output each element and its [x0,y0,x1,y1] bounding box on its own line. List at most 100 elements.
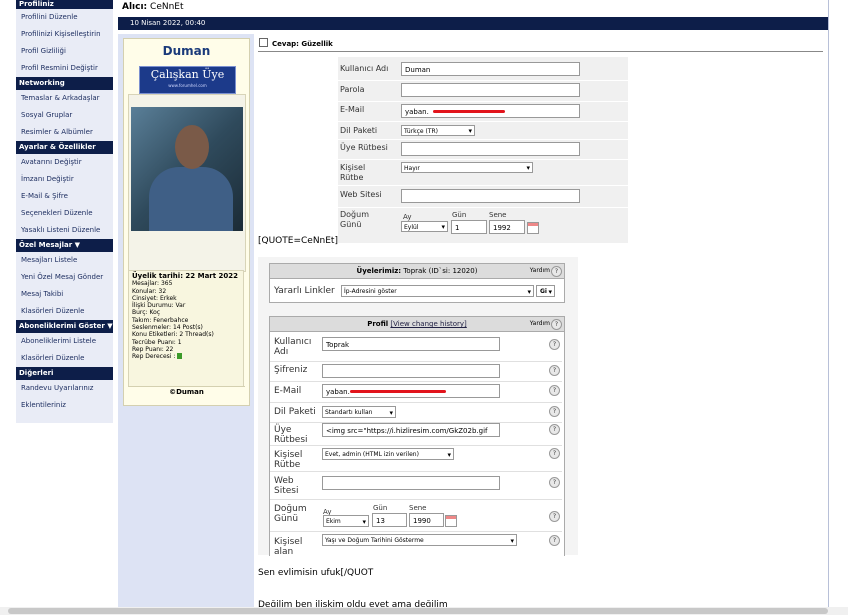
form1-personal-rank-select[interactable]: Hayır [401,162,533,174]
avatar-image [131,107,243,231]
form1-day-input[interactable]: 1 [451,220,487,234]
form1-language-select[interactable]: Türkçe (TR) [401,125,475,137]
sidebar-item-kisisellestir[interactable]: Profilinizi Kişiselleştirin [16,26,113,43]
row-divider [338,159,628,160]
form2-label-password: Şifreniz [274,365,308,375]
help-icon[interactable]: ? [549,511,560,522]
rank-badge: Çalışkan Üye www.forumhel.com [139,66,236,94]
sidebar-item-randevu[interactable]: Randevu Uyarılarınız [16,380,113,397]
calendar-icon[interactable] [527,222,539,234]
sidebar-item-profil-gizliligi[interactable]: Profil Gizliliği [16,43,113,60]
top-bar [118,0,828,17]
sidebar-item-yasakli[interactable]: Yasaklı Listeni Düzenle [16,222,113,239]
redaction-mark [350,390,446,393]
scrollbar-thumb[interactable] [8,608,828,614]
form2-label-rank: Üye Rütbesi [274,425,308,445]
sidebar-item-secenekler[interactable]: Seçenekleri Düzenle [16,205,113,222]
message-line-1: Sen evlimisin ufuk[/QUOT [258,568,374,578]
form1-label-personal-rank: Kişisel Rütbe [340,163,366,182]
stat-topics: Konular: 32 [132,287,167,295]
row-divider [338,185,628,186]
form1-month-select[interactable]: Eylül [401,221,448,233]
row-divider [338,139,628,140]
form1-website-input[interactable] [401,189,580,203]
stat-sign: Burç: Koç [132,309,161,317]
sidebar-item-abonelik-klasor[interactable]: Klasörleri Düzenle [16,350,113,367]
row-divider [270,445,562,446]
help-icon[interactable]: ? [549,448,560,459]
help-link[interactable]: Yardım [530,317,550,331]
sidebar-section-profil: Profiliniz [16,0,113,9]
help-icon[interactable]: ? [549,385,560,396]
form2-language-select[interactable]: Standartı kullan [322,406,396,418]
quote-open: [QUOTE=CeNnEt] [258,236,338,246]
sidebar-item-imza[interactable]: İmzanı Değiştir [16,171,113,188]
help-icon[interactable]: ? [549,477,560,488]
form2-password-input[interactable] [322,364,500,378]
form2-website-input[interactable] [322,476,500,490]
form1-rank-input[interactable] [401,142,580,156]
sidebar-item-yeni-mesaj[interactable]: Yeni Özel Mesaj Gönder [16,269,113,286]
sidebar-item-avatar[interactable]: Avatarını Değiştir [16,154,113,171]
sidebar-item-profil-duzenle[interactable]: Profilini Düzenle [16,9,113,26]
form1-password-input[interactable] [401,83,580,97]
calendar-icon[interactable] [445,515,457,527]
help-icon[interactable]: ? [551,319,562,330]
row-divider [270,381,562,382]
row-divider [270,361,562,362]
form2-label-personal-field: Kişisel alan [274,537,303,557]
help-icon[interactable]: ? [551,266,562,277]
help-icon[interactable]: ? [549,339,560,350]
stat-relationship: İlişki Durumu: Var [132,302,186,310]
sidebar-item-profil-resmi[interactable]: Profil Resmini Değiştir [16,60,113,77]
form1-sene-label: Sene [489,211,507,219]
sidebar-section-abonelikler[interactable]: Aboneliklerimi Göster ▼ [16,320,113,333]
view-history-link[interactable]: [View change history] [390,320,466,328]
form2-label-birthday: Doğum Günü [274,504,307,524]
row-divider [270,402,562,403]
recipient-name[interactable]: CeNnEt [150,2,183,12]
members-title: Üyelerimiz: [356,267,402,275]
form2-gun-label: Gün [373,504,388,512]
form2-label-email: E-Mail [274,386,302,396]
triangle-down-icon: ▼ [107,322,113,330]
help-icon[interactable]: ? [549,365,560,376]
form2-label-language: Dil Paketi [274,407,316,417]
sidebar-item-sosyal-gruplar[interactable]: Sosyal Gruplar [16,107,113,124]
rank-subtitle: www.forumhel.com [168,83,207,88]
sidebar-item-abonelik-listele[interactable]: Aboneliklerimi Listele [16,333,113,350]
help-icon[interactable]: ? [549,535,560,546]
avatar-head-shape [175,125,209,169]
form1-username-input[interactable]: Duman [401,62,580,76]
form1-label-birthday: Doğum Günü [340,210,369,229]
form2-year-input[interactable]: 1990 [409,513,444,527]
username[interactable]: Duman [124,44,249,58]
recipient-label: Alıcı: [122,2,148,12]
sidebar-item-mesaj-takibi[interactable]: Mesaj Takibi [16,286,113,303]
help-link[interactable]: Yardım [530,264,550,278]
form2-month-select[interactable]: Ekim [323,515,369,527]
help-icon[interactable]: ? [549,424,560,435]
useful-links-select[interactable]: İp-Adresini göster [341,285,534,297]
form1-year-input[interactable]: 1992 [489,220,525,234]
help-icon[interactable]: ? [549,406,560,417]
members-panel: Üyelerimiz: Toprak (ID`si: 12020) Yardım… [269,263,565,303]
sidebar-item-eklentiler[interactable]: Eklentileriniz [16,397,113,414]
stat-tags: Konu Etiketleri: 2 Thread(s) [132,331,214,339]
form2-username-input[interactable]: Toprak [322,337,500,351]
sidebar-item-resimler[interactable]: Resimler & Albümler [16,124,113,141]
sidebar-section-ozel-mesajlar[interactable]: Özel Mesajlar ▼ [16,239,113,252]
form2-rank-input[interactable]: <img src="https://i.hizliresim.com/GkZ02… [322,423,500,437]
form2-personal-field-select[interactable]: Yaşı ve Doğum Tarihini Gösterme [322,534,517,546]
sidebar-item-email-sifre[interactable]: E-Mail & Şifre [16,188,113,205]
sidebar-item-klasorler[interactable]: Klasörleri Düzenle [16,303,113,320]
form2-day-input[interactable]: 13 [372,513,407,527]
sidebar-item-mesajlari-listele[interactable]: Mesajları Listele [16,252,113,269]
subject-text: Cevap: Güzellik [272,40,333,48]
form1-label-website: Web Sitesi [340,190,382,199]
form2-personal-rank-select[interactable]: Evet, admin (HTML izin verilen) [322,448,454,460]
stat-experience: Tecrübe Puanı: 1 [132,338,182,346]
sidebar-item-temaslar[interactable]: Temaslar & Arkadaşlar [16,90,113,107]
go-button[interactable]: Git [536,285,555,297]
horizontal-scrollbar[interactable] [0,607,848,615]
